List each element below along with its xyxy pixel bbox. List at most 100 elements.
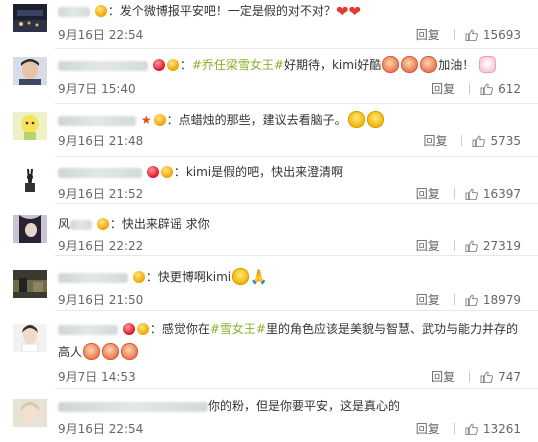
avatar[interactable] <box>13 215 47 243</box>
divider <box>453 423 455 434</box>
comment-item: 你的粉，但是你要平安，这是真心的 9月16日 22:54 回复 13261 <box>0 389 538 442</box>
divider <box>469 371 471 382</box>
avatar[interactable] <box>13 324 47 352</box>
like-count: 27319 <box>482 239 521 253</box>
username[interactable] <box>58 115 136 126</box>
comment-text: ：点蜡烛的那些，建议去看脑子。 <box>166 113 347 127</box>
fist-emoji-icon <box>121 343 139 360</box>
member-badge-icon <box>132 270 145 283</box>
comment-date: 9月16日 21:52 <box>58 187 144 201</box>
username[interactable] <box>58 167 142 178</box>
comment-actions: 回复 27319 <box>416 237 521 254</box>
comment-item: ★ ：点蜡烛的那些，建议去看脑子。 9月16日 21:48 回复 5735 <box>0 104 538 157</box>
comment-actions: 回复 18979 <box>416 291 521 308</box>
laugh-emoji-icon <box>366 111 384 128</box>
like-count: 15693 <box>482 28 521 42</box>
comment-item: ：kimi是假的吧，快出来澄清啊 9月16日 21:52 回复 16397 <box>0 157 538 204</box>
avatar[interactable] <box>13 112 47 140</box>
laugh-emoji-icon <box>347 111 365 128</box>
comment-item: 风 ：快出来辟谣 求你 9月16日 22:22 回复 27319 <box>0 204 538 256</box>
avatar[interactable] <box>13 270 47 298</box>
avatar[interactable] <box>13 4 47 32</box>
like-count: 16397 <box>482 187 521 201</box>
username[interactable] <box>58 6 90 17</box>
reply-button[interactable]: 回复 <box>416 239 440 253</box>
thumbs-up-icon <box>465 240 478 252</box>
comment-text: 高人 <box>58 345 83 359</box>
comment-text-line: 你的粉，但是你要平安，这是真心的 <box>58 398 400 414</box>
comment-text: ：快更博啊kimi <box>145 270 232 284</box>
comment-date: 9月16日 22:22 <box>58 239 144 253</box>
comment-text: ：快出来辟谣 求你 <box>109 217 210 231</box>
reply-button[interactable]: 回复 <box>416 28 440 42</box>
username[interactable] <box>58 324 118 335</box>
comment-text-line: ：感觉你在#雪女王#里的角色应该是美貌与智慧、武功与能力并存的 <box>58 321 518 337</box>
comment-text-line: ：kimi是假的吧，快出来澄清啊 <box>58 164 343 180</box>
comment-item: ：发个微博报平安吧！一定是假的对不对？❤❤ 9月16日 22:54 回复 1569… <box>0 0 538 49</box>
thumbs-up-icon <box>465 294 478 306</box>
comment-date: 9月16日 21:48 <box>58 134 144 148</box>
comment-actions: 回复 15693 <box>416 26 521 43</box>
divider <box>453 29 455 40</box>
divider <box>453 240 455 251</box>
comment-text: 加油！ <box>438 58 475 72</box>
like-button[interactable]: 13261 <box>465 422 521 436</box>
avatar[interactable] <box>13 399 47 427</box>
member-badge-icon <box>136 322 149 335</box>
avatar[interactable] <box>13 57 47 85</box>
thumbs-up-icon <box>465 423 478 435</box>
member-badge-icon <box>153 113 166 126</box>
comment-item: ：感觉你在#雪女王#里的角色应该是美貌与智慧、武功与能力并存的 高人 9月7日 … <box>0 311 538 389</box>
heart-emoji-icon: ❤ <box>335 2 349 21</box>
reply-button[interactable]: 回复 <box>431 82 455 96</box>
thumbs-up-icon <box>480 83 494 95</box>
comment-text: ：发个微博报平安吧！一定是假的对不对？ <box>107 4 336 18</box>
topic-link[interactable]: #雪女王# <box>210 322 266 336</box>
like-button[interactable]: 27319 <box>465 239 521 253</box>
comment-date: 9月16日 22:54 <box>58 28 144 42</box>
comment-text: 好期待，kimi好酷 <box>283 58 382 72</box>
comment-text: 你的粉，但是你要平安，这是真心的 <box>208 399 401 413</box>
comment-text-line: 高人 <box>58 343 139 361</box>
comment-text-line: 风 ：快出来辟谣 求你 <box>58 216 210 232</box>
reply-button[interactable]: 回复 <box>416 187 440 201</box>
comment-actions: 回复 16397 <box>416 185 521 202</box>
username[interactable] <box>58 401 208 412</box>
comment-date: 9月7日 15:40 <box>58 82 136 96</box>
reply-button[interactable]: 回复 <box>423 134 447 148</box>
like-button[interactable]: 16397 <box>465 187 521 201</box>
reply-button[interactable]: 回复 <box>416 422 440 436</box>
like-button[interactable]: 18979 <box>465 293 521 307</box>
comment-actions: 回复 747 <box>431 368 521 385</box>
comment-text-line: ：发个微博报平安吧！一定是假的对不对？❤❤ <box>58 3 361 20</box>
fist-emoji-icon <box>83 343 101 360</box>
username[interactable] <box>58 60 148 71</box>
topic-link[interactable]: #乔任梁雪女王# <box>192 58 284 72</box>
member-badge-icon <box>94 4 107 17</box>
comment-text: 里的角色应该是美貌与智慧、武功与能力并存的 <box>265 322 518 336</box>
thumbs-up-icon <box>480 371 494 383</box>
vip-badge-icon <box>122 322 135 335</box>
reply-button[interactable]: 回复 <box>416 293 440 307</box>
like-button[interactable]: 15693 <box>465 28 521 42</box>
comment-actions: 回复 612 <box>431 80 521 97</box>
username[interactable] <box>58 272 128 283</box>
pray-emoji-icon: 🙏 <box>250 269 268 286</box>
comment-actions: 回复 5735 <box>423 132 521 149</box>
like-button[interactable]: 747 <box>480 370 521 384</box>
divider <box>453 188 455 199</box>
comment-text: ：kimi是假的吧，快出来澄清啊 <box>173 165 344 179</box>
divider <box>453 294 455 305</box>
comment-actions: 回复 13261 <box>416 420 521 437</box>
comment-date: 9月16日 21:50 <box>58 293 144 307</box>
reply-button[interactable]: 回复 <box>431 370 455 384</box>
fist-emoji-icon <box>102 343 120 360</box>
comment-text-line: ：快更博啊kimi 🙏 <box>58 268 268 286</box>
divider <box>469 83 471 94</box>
username[interactable]: 风 <box>58 217 93 231</box>
crying-emoji-icon <box>232 268 250 285</box>
avatar[interactable] <box>13 165 47 193</box>
like-button[interactable]: 5735 <box>472 134 521 148</box>
vip-badge-icon <box>146 165 159 178</box>
like-button[interactable]: 612 <box>480 82 521 96</box>
